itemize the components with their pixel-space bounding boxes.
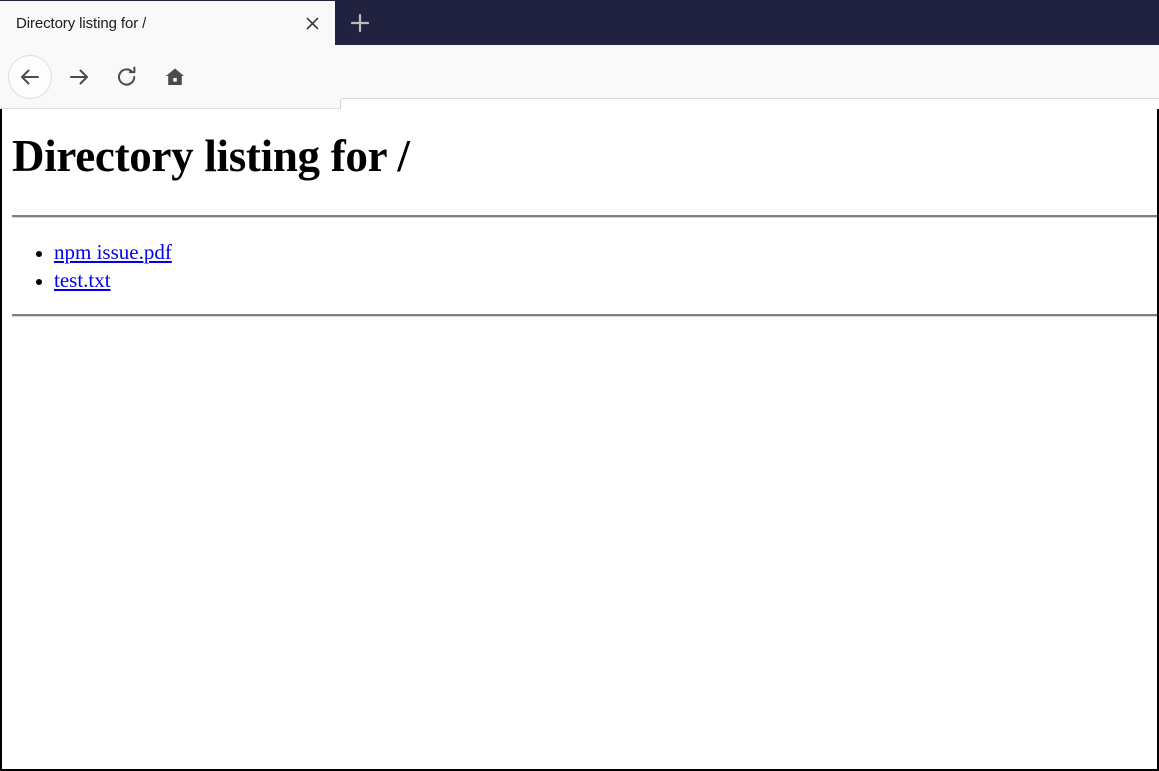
home-button[interactable] <box>153 55 197 99</box>
forward-arrow-icon <box>66 64 92 90</box>
divider-bottom <box>12 314 1157 317</box>
list-item: test.txt <box>54 266 1157 294</box>
new-tab-button[interactable] <box>338 1 382 45</box>
home-icon <box>162 64 188 90</box>
list-item: npm issue.pdf <box>54 238 1157 266</box>
close-icon[interactable] <box>297 8 327 38</box>
back-arrow-icon <box>17 64 43 90</box>
forward-button[interactable] <box>57 55 101 99</box>
tab-directory-listing[interactable]: Directory listing for / <box>0 1 335 45</box>
back-button[interactable] <box>8 55 52 99</box>
directory-entry-link[interactable]: test.txt <box>54 268 111 292</box>
directory-entry-list: npm issue.pdf test.txt <box>2 218 1157 314</box>
plus-icon <box>349 12 371 34</box>
directory-entry-link[interactable]: npm issue.pdf <box>54 240 172 264</box>
browser-window: Directory listing for / Directory listin… <box>0 0 1159 771</box>
directory-listing-document: Directory listing for / npm issue.pdf te… <box>2 109 1157 767</box>
tab-title: Directory listing for / <box>16 14 147 32</box>
page-viewport: Directory listing for / npm issue.pdf te… <box>0 109 1159 771</box>
navigation-toolbar: localhost <box>0 45 1159 143</box>
page-title: Directory listing for / <box>12 131 410 181</box>
tab-strip: Directory listing for / <box>0 0 1159 45</box>
reload-icon <box>114 64 140 90</box>
reload-button[interactable] <box>105 55 149 99</box>
